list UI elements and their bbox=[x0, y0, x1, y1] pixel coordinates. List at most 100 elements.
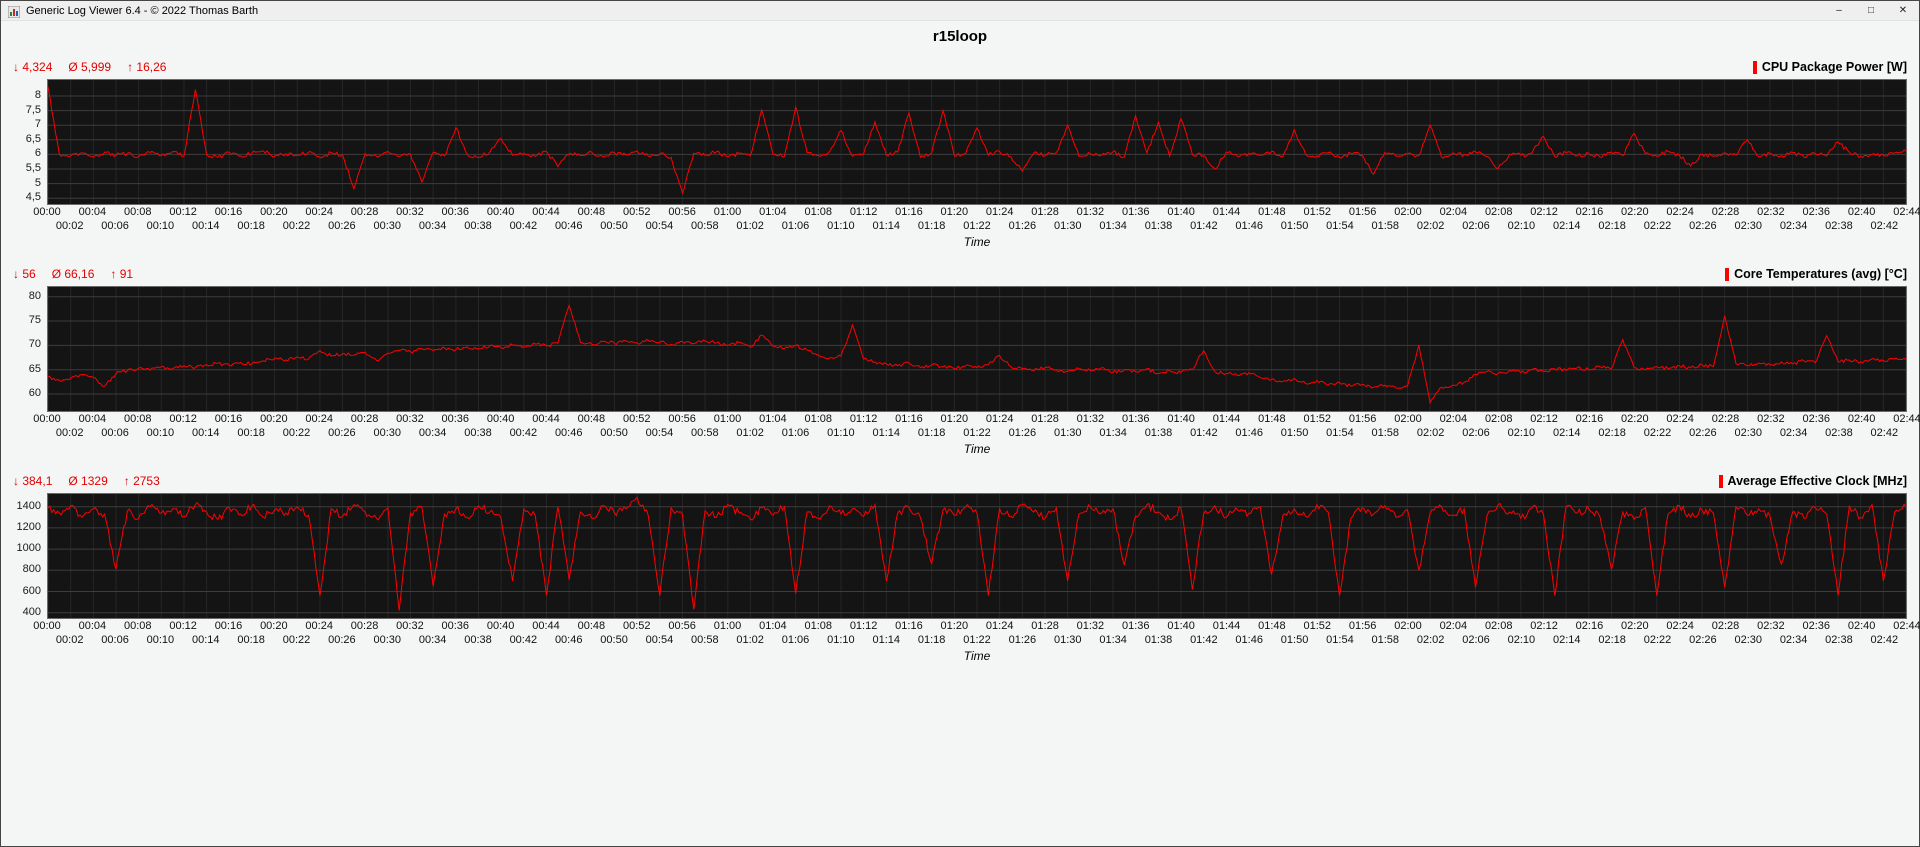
x-tick-label: 02:26 bbox=[1689, 634, 1717, 646]
x-tick-label: 01:12 bbox=[849, 413, 878, 425]
x-tick-label: 02:44 bbox=[1893, 620, 1920, 632]
x-tick-label: 01:18 bbox=[917, 634, 946, 646]
x-tick-label: 01:48 bbox=[1258, 413, 1286, 425]
x-tick-label: 01:18 bbox=[917, 427, 946, 439]
x-tick-label: 02:32 bbox=[1757, 206, 1785, 218]
x-tick-label: 02:38 bbox=[1825, 220, 1853, 232]
y-axis-labels: 1400 1200 1000 800 600 400 bbox=[13, 493, 47, 619]
x-tick-label: 02:32 bbox=[1757, 413, 1785, 425]
x-tick-label: 00:26 bbox=[328, 427, 356, 439]
x-tick-label: 00:02 bbox=[55, 634, 84, 646]
x-tick-label: 01:24 bbox=[985, 206, 1014, 218]
stat-max: ↑ 2753 bbox=[123, 474, 160, 488]
x-tick-label: 01:36 bbox=[1122, 620, 1150, 632]
y-axis-labels: 80 75 70 65 60 bbox=[13, 286, 47, 412]
time-axis-label: Time bbox=[963, 442, 991, 456]
x-tick-label: 01:28 bbox=[1031, 620, 1059, 632]
x-tick-label: 02:10 bbox=[1507, 634, 1536, 646]
stat-max: ↑ 91 bbox=[110, 267, 134, 281]
y-tick-label: 4,5 bbox=[25, 191, 41, 204]
x-tick-label: 00:52 bbox=[622, 413, 651, 425]
x-tick-label: 01:34 bbox=[1099, 220, 1127, 232]
close-button[interactable]: ✕ bbox=[1887, 1, 1919, 20]
plot-area-3[interactable] bbox=[47, 493, 1907, 619]
plot-area-1[interactable] bbox=[47, 79, 1907, 205]
x-tick-label: 01:46 bbox=[1235, 634, 1263, 646]
x-tick-label: 01:48 bbox=[1258, 620, 1286, 632]
x-tick-label: 00:56 bbox=[668, 206, 696, 218]
y-tick-label: 75 bbox=[28, 314, 41, 327]
x-tick-label: 02:26 bbox=[1689, 427, 1717, 439]
x-tick-label: 01:12 bbox=[849, 620, 878, 632]
maximize-button[interactable]: □ bbox=[1855, 1, 1887, 20]
x-tick-label: 01:34 bbox=[1099, 634, 1127, 646]
x-tick-label: 01:52 bbox=[1303, 620, 1331, 632]
x-tick-label: 00:40 bbox=[486, 206, 515, 218]
x-tick-label: 02:02 bbox=[1416, 427, 1445, 439]
x-tick-label: 01:58 bbox=[1371, 427, 1400, 439]
stat-max: ↑ 16,26 bbox=[127, 60, 167, 74]
window-title: Generic Log Viewer 6.4 - © 2022 Thomas B… bbox=[26, 4, 259, 17]
x-tick-label: 00:20 bbox=[260, 413, 288, 425]
x-tick-label: 02:02 bbox=[1416, 220, 1445, 232]
x-tick-label: 00:54 bbox=[645, 220, 674, 232]
x-tick-label: 01:06 bbox=[781, 427, 810, 439]
minimize-button[interactable]: – bbox=[1823, 1, 1855, 20]
x-tick-label: 00:38 bbox=[464, 634, 492, 646]
x-tick-label: 02:42 bbox=[1870, 220, 1899, 232]
x-tick-label: 01:00 bbox=[713, 206, 742, 218]
x-tick-label: 01:36 bbox=[1122, 413, 1150, 425]
x-tick-label: 02:24 bbox=[1666, 413, 1694, 425]
title-bar[interactable]: Generic Log Viewer 6.4 - © 2022 Thomas B… bbox=[1, 1, 1919, 21]
x-tick-label: 02:06 bbox=[1462, 220, 1490, 232]
x-tick-label: 02:42 bbox=[1870, 427, 1899, 439]
x-tick-label: 00:04 bbox=[78, 206, 107, 218]
x-axis-labels: 00:00 00:02 00:04 00:06 00:08 00:10 00:12 00:14… bbox=[33, 412, 1920, 442]
x-tick-label: 02:04 bbox=[1439, 206, 1468, 218]
x-tick-label: 00:54 bbox=[645, 427, 674, 439]
x-tick-label: 00:24 bbox=[305, 620, 333, 632]
page-title: r15loop bbox=[932, 27, 988, 45]
y-tick-label: 600 bbox=[22, 584, 41, 597]
x-tick-label: 00:06 bbox=[101, 634, 129, 646]
x-tick-label: 02:36 bbox=[1802, 620, 1831, 632]
x-tick-label: 01:46 bbox=[1235, 220, 1263, 232]
x-tick-label: 02:30 bbox=[1734, 427, 1762, 439]
x-tick-label: 00:14 bbox=[192, 220, 220, 232]
x-tick-label: 00:16 bbox=[214, 413, 243, 425]
x-tick-label: 00:58 bbox=[691, 427, 719, 439]
x-tick-label: 02:28 bbox=[1711, 206, 1740, 218]
x-tick-label: 01:54 bbox=[1326, 220, 1354, 232]
x-tick-label: 02:34 bbox=[1779, 427, 1808, 439]
x-tick-label: 00:20 bbox=[260, 206, 288, 218]
x-tick-label: 02:28 bbox=[1711, 620, 1740, 632]
x-axis-labels: 00:00 00:02 00:04 00:06 00:08 00:10 00:12 00:14… bbox=[33, 619, 1920, 649]
x-tick-label: 01:04 bbox=[759, 413, 787, 425]
y-tick-label: 7 bbox=[34, 118, 41, 131]
time-axis-label: Time bbox=[963, 235, 991, 249]
x-tick-label: 00:30 bbox=[373, 634, 401, 646]
y-tick-label: 800 bbox=[22, 563, 41, 576]
x-tick-label: 02:12 bbox=[1530, 206, 1558, 218]
x-tick-label: 00:52 bbox=[622, 620, 651, 632]
x-tick-label: 01:30 bbox=[1053, 220, 1082, 232]
x-tick-label: 02:06 bbox=[1462, 427, 1490, 439]
x-tick-label: 01:12 bbox=[849, 206, 878, 218]
legend-color-icon bbox=[1725, 267, 1730, 281]
x-tick-label: 02:12 bbox=[1530, 413, 1558, 425]
x-tick-label: 00:58 bbox=[691, 634, 719, 646]
plot-area-2[interactable] bbox=[47, 286, 1907, 412]
chart-panel-1: ↓ 4,324 Ø 5,999 ↑ 16,26 CPU Package Power [… bbox=[13, 55, 1920, 250]
x-tick-label: 00:36 bbox=[441, 413, 470, 425]
x-tick-label: 01:14 bbox=[872, 427, 901, 439]
x-tick-label: 01:26 bbox=[1008, 427, 1037, 439]
x-tick-label: 02:40 bbox=[1847, 620, 1876, 632]
x-tick-label: 01:44 bbox=[1212, 620, 1241, 632]
y-tick-label: 5,5 bbox=[25, 161, 41, 174]
x-tick-label: 02:44 bbox=[1893, 206, 1920, 218]
app-window: Generic Log Viewer 6.4 - © 2022 Thomas B… bbox=[0, 0, 1920, 847]
x-tick-label: 00:50 bbox=[600, 427, 628, 439]
x-tick-label: 02:28 bbox=[1711, 413, 1740, 425]
x-tick-label: 01:50 bbox=[1280, 427, 1309, 439]
x-tick-label: 01:56 bbox=[1348, 620, 1377, 632]
